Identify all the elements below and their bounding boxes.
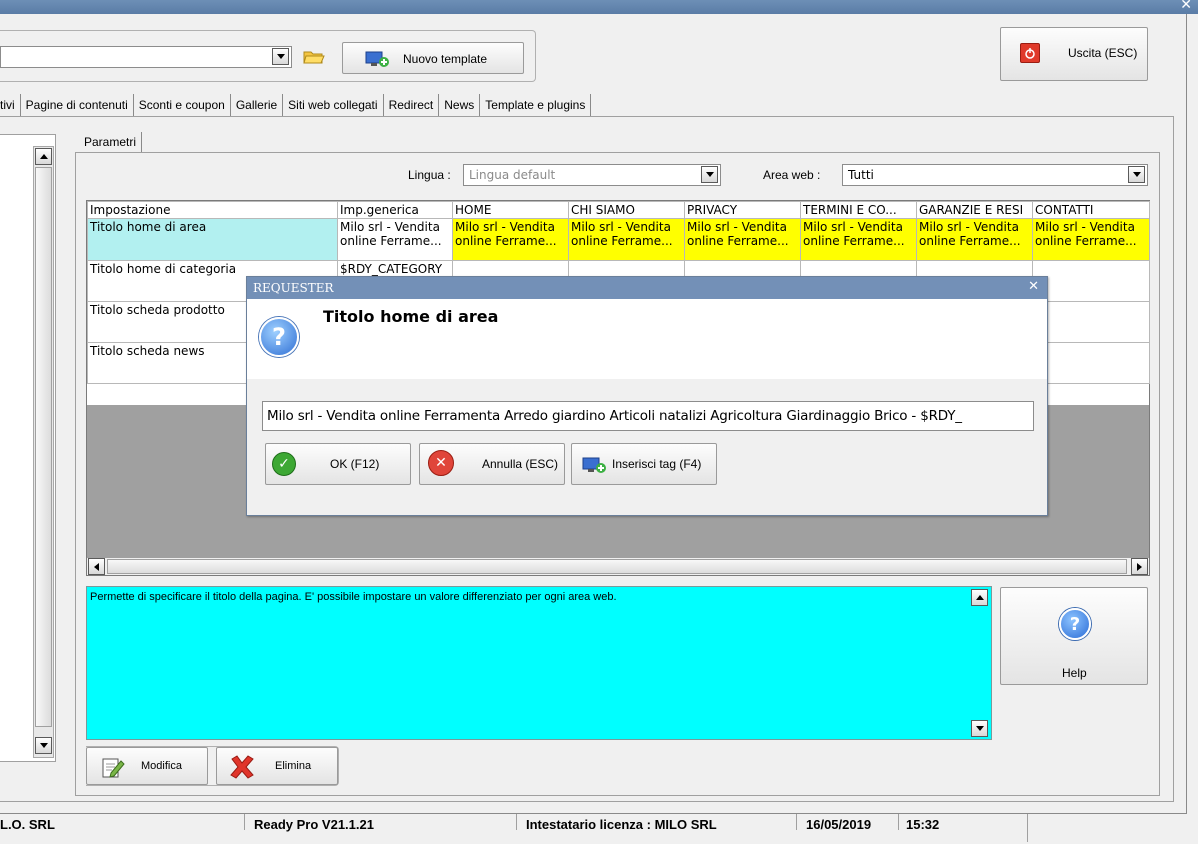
new-template-button[interactable]: Nuovo template <box>342 42 524 74</box>
monitor-add-icon <box>365 50 389 71</box>
table-cell[interactable] <box>1032 260 1150 302</box>
description-box[interactable]: Permette di specificare il titolo della … <box>86 586 992 740</box>
status-license: Intestatario licenza : MILO SRL <box>526 817 717 832</box>
insert-tag-button[interactable]: Inserisci tag (F4) <box>571 443 717 485</box>
scroll-right-icon[interactable] <box>1131 558 1148 575</box>
tab-linked-sites[interactable]: Siti web collegati <box>283 94 384 116</box>
new-template-label: Nuovo template <box>403 52 488 66</box>
col-header[interactable]: PRIVACY <box>684 201 801 219</box>
requester-dialog: REQUESTER ✕ ? Titolo home di area Milo s… <box>246 276 1048 516</box>
question-icon: ? <box>259 317 299 357</box>
col-header[interactable]: GARANZIE E RESI <box>916 201 1033 219</box>
monitor-add-icon <box>582 456 606 477</box>
table-row[interactable]: Titolo home di area Milo srl - Vendita o… <box>87 218 1150 261</box>
edit-icon <box>101 756 125 781</box>
left-scrollbar[interactable] <box>33 146 54 758</box>
tab-news[interactable]: News <box>439 94 481 116</box>
close-icon[interactable]: ✕ <box>1028 279 1039 294</box>
delete-label: Elimina <box>275 760 312 772</box>
col-header[interactable]: Impostazione <box>87 201 338 219</box>
check-icon: ✓ <box>272 452 296 476</box>
grid-header-row: Impostazione Imp.generica HOME CHI SIAMO… <box>87 201 1150 219</box>
status-company: L.O. SRL <box>0 817 55 832</box>
chevron-down-icon[interactable] <box>701 166 718 183</box>
chevron-down-icon[interactable] <box>1128 166 1145 183</box>
col-header[interactable]: CONTATTI <box>1032 201 1150 219</box>
delete-icon <box>229 754 255 783</box>
window-titlebar: ✕ <box>0 0 1198 14</box>
col-header[interactable]: HOME <box>452 201 569 219</box>
template-select[interactable] <box>0 46 292 68</box>
table-cell[interactable] <box>1032 342 1150 384</box>
row-name-cell[interactable]: Titolo home di area <box>87 218 338 261</box>
dialog-input[interactable]: Milo srl - Vendita online Ferramenta Arr… <box>262 401 1034 431</box>
table-cell[interactable]: Milo srl - Vendita online Ferrame... <box>1032 218 1150 261</box>
table-cell[interactable]: Milo srl - Vendita online Ferrame... <box>916 218 1033 261</box>
statusbar: L.O. SRL Ready Pro V21.1.21 Intestatario… <box>0 814 1028 844</box>
dialog-titlebar: REQUESTER ✕ <box>247 277 1047 299</box>
exit-label: Uscita (ESC) <box>1068 46 1138 60</box>
delete-button[interactable]: Elimina <box>216 747 338 785</box>
lingua-select[interactable]: Lingua default <box>463 164 721 186</box>
dialog-heading: Titolo home di area <box>323 307 499 326</box>
insert-tag-label: Inserisci tag (F4) <box>612 457 702 471</box>
status-date: 16/05/2019 <box>806 817 872 832</box>
dialog-title: REQUESTER <box>253 281 334 295</box>
main-tabs: tivi Pagine di contenuti Sconti e coupon… <box>0 94 592 116</box>
table-cell[interactable]: Milo srl - Vendita online Ferrame... <box>684 218 801 261</box>
grid-hscrollbar[interactable] <box>87 557 1149 575</box>
cancel-button[interactable]: ✕ Annulla (ESC) <box>419 443 565 485</box>
hscroll-thumb[interactable] <box>107 559 1127 574</box>
col-header[interactable]: TERMINI E CO... <box>800 201 917 219</box>
col-header[interactable]: CHI SIAMO <box>568 201 685 219</box>
status-time: 15:32 <box>906 817 940 832</box>
folder-icon[interactable] <box>302 46 326 66</box>
tab-template-plugins[interactable]: Template e plugins <box>480 94 592 116</box>
scroll-left-icon[interactable] <box>88 558 105 575</box>
col-header[interactable]: Imp.generica <box>337 201 453 219</box>
table-cell[interactable] <box>1032 301 1150 343</box>
table-cell[interactable]: Milo srl - Vendita online Ferrame... <box>337 218 453 261</box>
description-scrollbar[interactable] <box>971 588 990 738</box>
tab-parametri[interactable]: Parametri <box>80 132 143 152</box>
cancel-icon: ✕ <box>428 450 454 476</box>
exit-button[interactable]: Uscita (ESC) <box>1000 27 1148 81</box>
scroll-up-icon[interactable] <box>35 148 52 165</box>
area-select[interactable]: Tutti <box>842 164 1148 186</box>
area-label: Area web : <box>763 168 821 182</box>
table-cell[interactable]: Milo srl - Vendita online Ferrame... <box>800 218 917 261</box>
help-icon: ? <box>1059 608 1091 640</box>
help-button[interactable]: ? Help <box>1000 587 1148 685</box>
tab-galleries[interactable]: Gallerie <box>231 94 284 116</box>
status-version: Ready Pro V21.1.21 <box>254 817 374 832</box>
tab-tivi[interactable]: tivi <box>0 94 21 116</box>
description-text: Permette di specificare il titolo della … <box>90 591 617 603</box>
tab-redirect[interactable]: Redirect <box>384 94 440 116</box>
lingua-label: Lingua : <box>408 168 451 182</box>
chevron-down-icon[interactable] <box>272 48 289 65</box>
table-cell[interactable]: Milo srl - Vendita online Ferrame... <box>452 218 569 261</box>
scroll-thumb[interactable] <box>35 167 52 727</box>
help-label: Help <box>1062 666 1087 680</box>
table-cell[interactable]: Milo srl - Vendita online Ferrame... <box>568 218 685 261</box>
tab-content-pages[interactable]: Pagine di contenuti <box>21 94 134 116</box>
scroll-down-icon[interactable] <box>35 737 52 754</box>
cancel-label: Annulla (ESC) <box>482 457 559 471</box>
power-icon <box>1020 43 1040 63</box>
scroll-up-icon[interactable] <box>971 589 988 606</box>
tab-discounts[interactable]: Sconti e coupon <box>134 94 231 116</box>
edit-button[interactable]: Modifica <box>86 747 208 785</box>
edit-label: Modifica <box>141 760 182 772</box>
scroll-down-icon[interactable] <box>971 720 988 737</box>
ok-button[interactable]: ✓ OK (F12) <box>265 443 411 485</box>
close-icon[interactable]: ✕ <box>1180 0 1192 13</box>
dialog-header: ? Titolo home di area <box>247 299 1047 379</box>
ok-label: OK (F12) <box>330 457 380 471</box>
